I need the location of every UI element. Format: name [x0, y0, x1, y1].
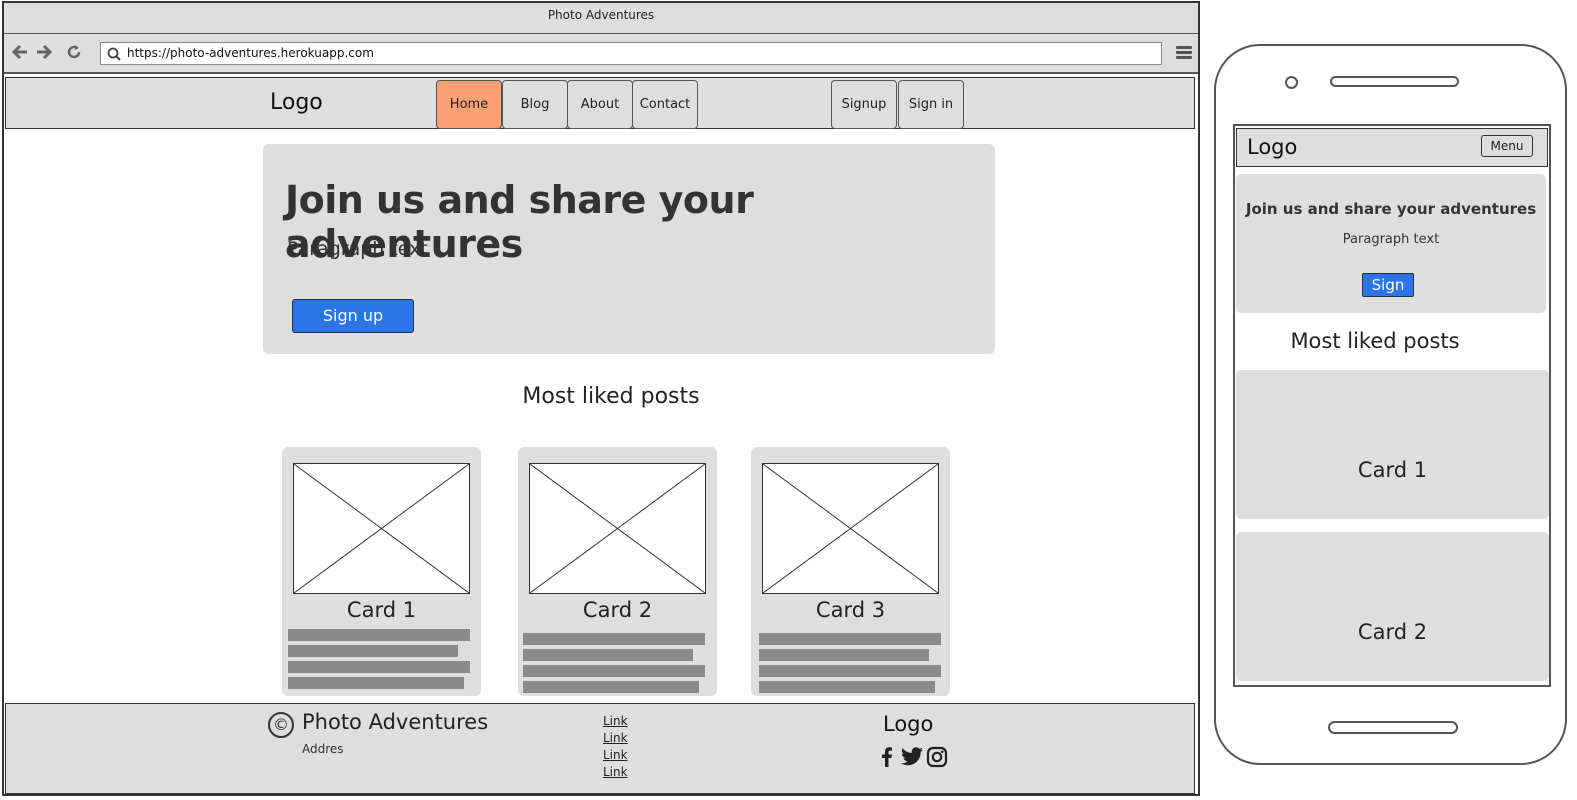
text-placeholder-line — [759, 633, 941, 645]
mobile-section-title: Most liked posts — [1290, 329, 1460, 353]
home-button[interactable] — [1328, 721, 1458, 734]
signup-button[interactable]: Sign up — [292, 299, 414, 333]
mobile-screen: Logo Menu Join us and share your adventu… — [1233, 124, 1551, 687]
card[interactable]: Card 1 — [282, 447, 481, 696]
url-input[interactable]: https://photo-adventures.herokuapp.com — [100, 42, 1162, 65]
nav-blog[interactable]: Blog — [502, 80, 568, 129]
nav-signup[interactable]: Signup — [831, 80, 897, 129]
footer-brand: Photo Adventures — [302, 710, 489, 734]
camera-icon — [1285, 76, 1298, 89]
card[interactable]: Card 3 — [751, 447, 950, 696]
mobile-logo[interactable]: Logo — [1247, 135, 1297, 159]
image-placeholder-icon — [293, 463, 470, 594]
nav-signin[interactable]: Sign in — [898, 80, 964, 129]
footer-link[interactable]: Link — [603, 765, 628, 779]
mobile-menu-button[interactable]: Menu — [1481, 135, 1533, 157]
nav-home[interactable]: Home — [436, 80, 502, 129]
text-placeholder-line — [759, 649, 929, 661]
text-placeholder-line — [288, 645, 458, 657]
browser-window: Photo Adventures https://photo-adventure… — [2, 1, 1200, 796]
footer-logo: Logo — [883, 712, 934, 736]
forward-arrow-icon[interactable] — [34, 43, 54, 63]
facebook-icon[interactable] — [876, 746, 898, 768]
text-placeholder-line — [759, 665, 941, 677]
mobile-card-title: Card 2 — [1357, 620, 1428, 644]
mobile-navbar: Logo Menu — [1236, 128, 1548, 167]
section-title: Most liked posts — [522, 384, 700, 409]
speaker-icon — [1330, 76, 1459, 87]
browser-menu-icon[interactable] — [1176, 46, 1192, 60]
instagram-icon[interactable] — [926, 746, 948, 768]
text-placeholder-line — [288, 677, 464, 689]
card-title: Card 3 — [815, 598, 886, 622]
mobile-card[interactable]: Card 2 — [1236, 532, 1549, 681]
reload-icon[interactable] — [64, 43, 84, 63]
address-bar: https://photo-adventures.herokuapp.com — [4, 34, 1198, 74]
nav-about[interactable]: About — [567, 80, 633, 129]
mobile-card[interactable]: Card 1 — [1236, 370, 1549, 519]
text-placeholder-line — [523, 681, 699, 693]
search-icon — [107, 47, 121, 68]
mobile-card-title: Card 1 — [1357, 458, 1428, 482]
twitter-icon[interactable] — [900, 746, 924, 768]
site-logo[interactable]: Logo — [270, 90, 323, 115]
card[interactable]: Card 2 — [518, 447, 717, 696]
nav-contact[interactable]: Contact — [632, 80, 698, 129]
hero-paragraph: Paragraph text — [287, 238, 428, 260]
text-placeholder-line — [523, 633, 705, 645]
image-placeholder-icon — [529, 463, 706, 594]
mobile-hero-section: Join us and share your adventures Paragr… — [1236, 174, 1546, 313]
mobile-hero-paragraph: Paragraph text — [1342, 232, 1440, 247]
text-placeholder-line — [288, 629, 470, 641]
text-placeholder-line — [523, 649, 693, 661]
text-placeholder-line — [288, 661, 470, 673]
hero-section: Join us and share your adventures Paragr… — [263, 144, 995, 354]
image-placeholder-icon — [762, 463, 939, 594]
site-navbar: Logo Home Blog About Contact Signup Sign… — [5, 77, 1195, 129]
mobile-device: Logo Menu Join us and share your adventu… — [1214, 44, 1567, 765]
text-placeholder-line — [759, 681, 935, 693]
site-footer: © Photo Adventures Addres Link Link Link… — [5, 703, 1195, 794]
footer-link[interactable]: Link — [603, 714, 628, 728]
text-placeholder-line — [523, 665, 705, 677]
mobile-hero-heading: Join us and share your adventures — [1245, 200, 1537, 218]
footer-link[interactable]: Link — [603, 748, 628, 762]
copyright-icon: © — [268, 712, 294, 738]
footer-address: Addres — [302, 742, 344, 756]
card-title: Card 1 — [346, 598, 417, 622]
back-arrow-icon[interactable] — [10, 43, 30, 63]
card-title: Card 2 — [582, 598, 653, 622]
mobile-signup-button[interactable]: Sign — [1362, 273, 1414, 297]
footer-link[interactable]: Link — [603, 731, 628, 745]
url-text: https://photo-adventures.herokuapp.com — [127, 46, 374, 60]
window-title: Photo Adventures — [4, 3, 1198, 34]
